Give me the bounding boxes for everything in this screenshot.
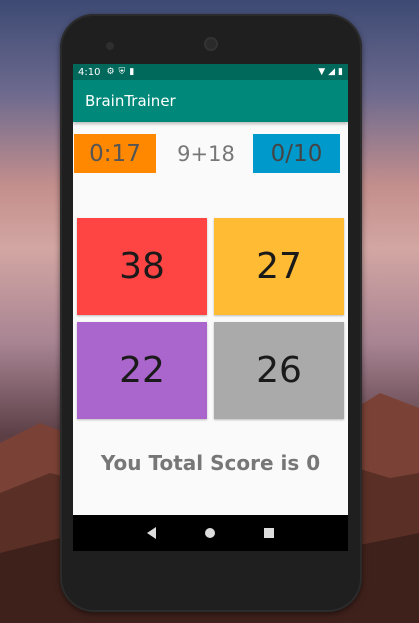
game-info-row: 0:17 9+18 0/10 [73, 122, 348, 212]
app-bar: BrainTrainer [73, 80, 348, 122]
timer-display: 0:17 [74, 134, 156, 173]
answer-button-2[interactable]: 27 [214, 218, 344, 315]
answer-button-3[interactable]: 22 [77, 322, 207, 419]
wifi-icon: ▼ [318, 67, 326, 77]
app-screen: 4:10 ⚙ ⛨ ▮ ▼ ◢ ▮ BrainTrainer 0:17 9+18 … [73, 64, 348, 551]
phone-device: 4:10 ⚙ ⛨ ▮ ▼ ◢ ▮ BrainTrainer 0:17 9+18 … [60, 14, 362, 612]
answer-button-4[interactable]: 26 [214, 322, 344, 419]
recents-icon[interactable] [263, 528, 274, 538]
sim-card-icon: ▮ [129, 67, 135, 77]
app-title: BrainTrainer [85, 92, 176, 110]
status-icons-right: ▼ ◢ ▮ [318, 67, 343, 77]
answer-grid: 38 27 22 26 [73, 212, 348, 422]
desktop-background: 4:10 ⚙ ⛨ ▮ ▼ ◢ ▮ BrainTrainer 0:17 9+18 … [0, 0, 419, 623]
gear-icon: ⚙ [106, 67, 115, 77]
question-text: 9+18 [177, 141, 235, 166]
score-display: 0/10 [253, 134, 340, 173]
status-time: 4:10 [78, 66, 101, 78]
system-nav-bar [73, 515, 348, 551]
answer-button-1[interactable]: 38 [77, 218, 207, 315]
sensor-dot [106, 42, 114, 50]
status-bar: 4:10 ⚙ ⛨ ▮ ▼ ◢ ▮ [73, 64, 348, 80]
front-camera [204, 37, 218, 51]
battery-icon: ▮ [338, 67, 343, 77]
shield-icon: ⛨ [118, 67, 126, 77]
result-text: You Total Score is 0 [100, 451, 321, 475]
signal-icon: ◢ [328, 67, 336, 77]
home-icon[interactable] [204, 528, 215, 538]
back-icon[interactable] [147, 527, 157, 539]
